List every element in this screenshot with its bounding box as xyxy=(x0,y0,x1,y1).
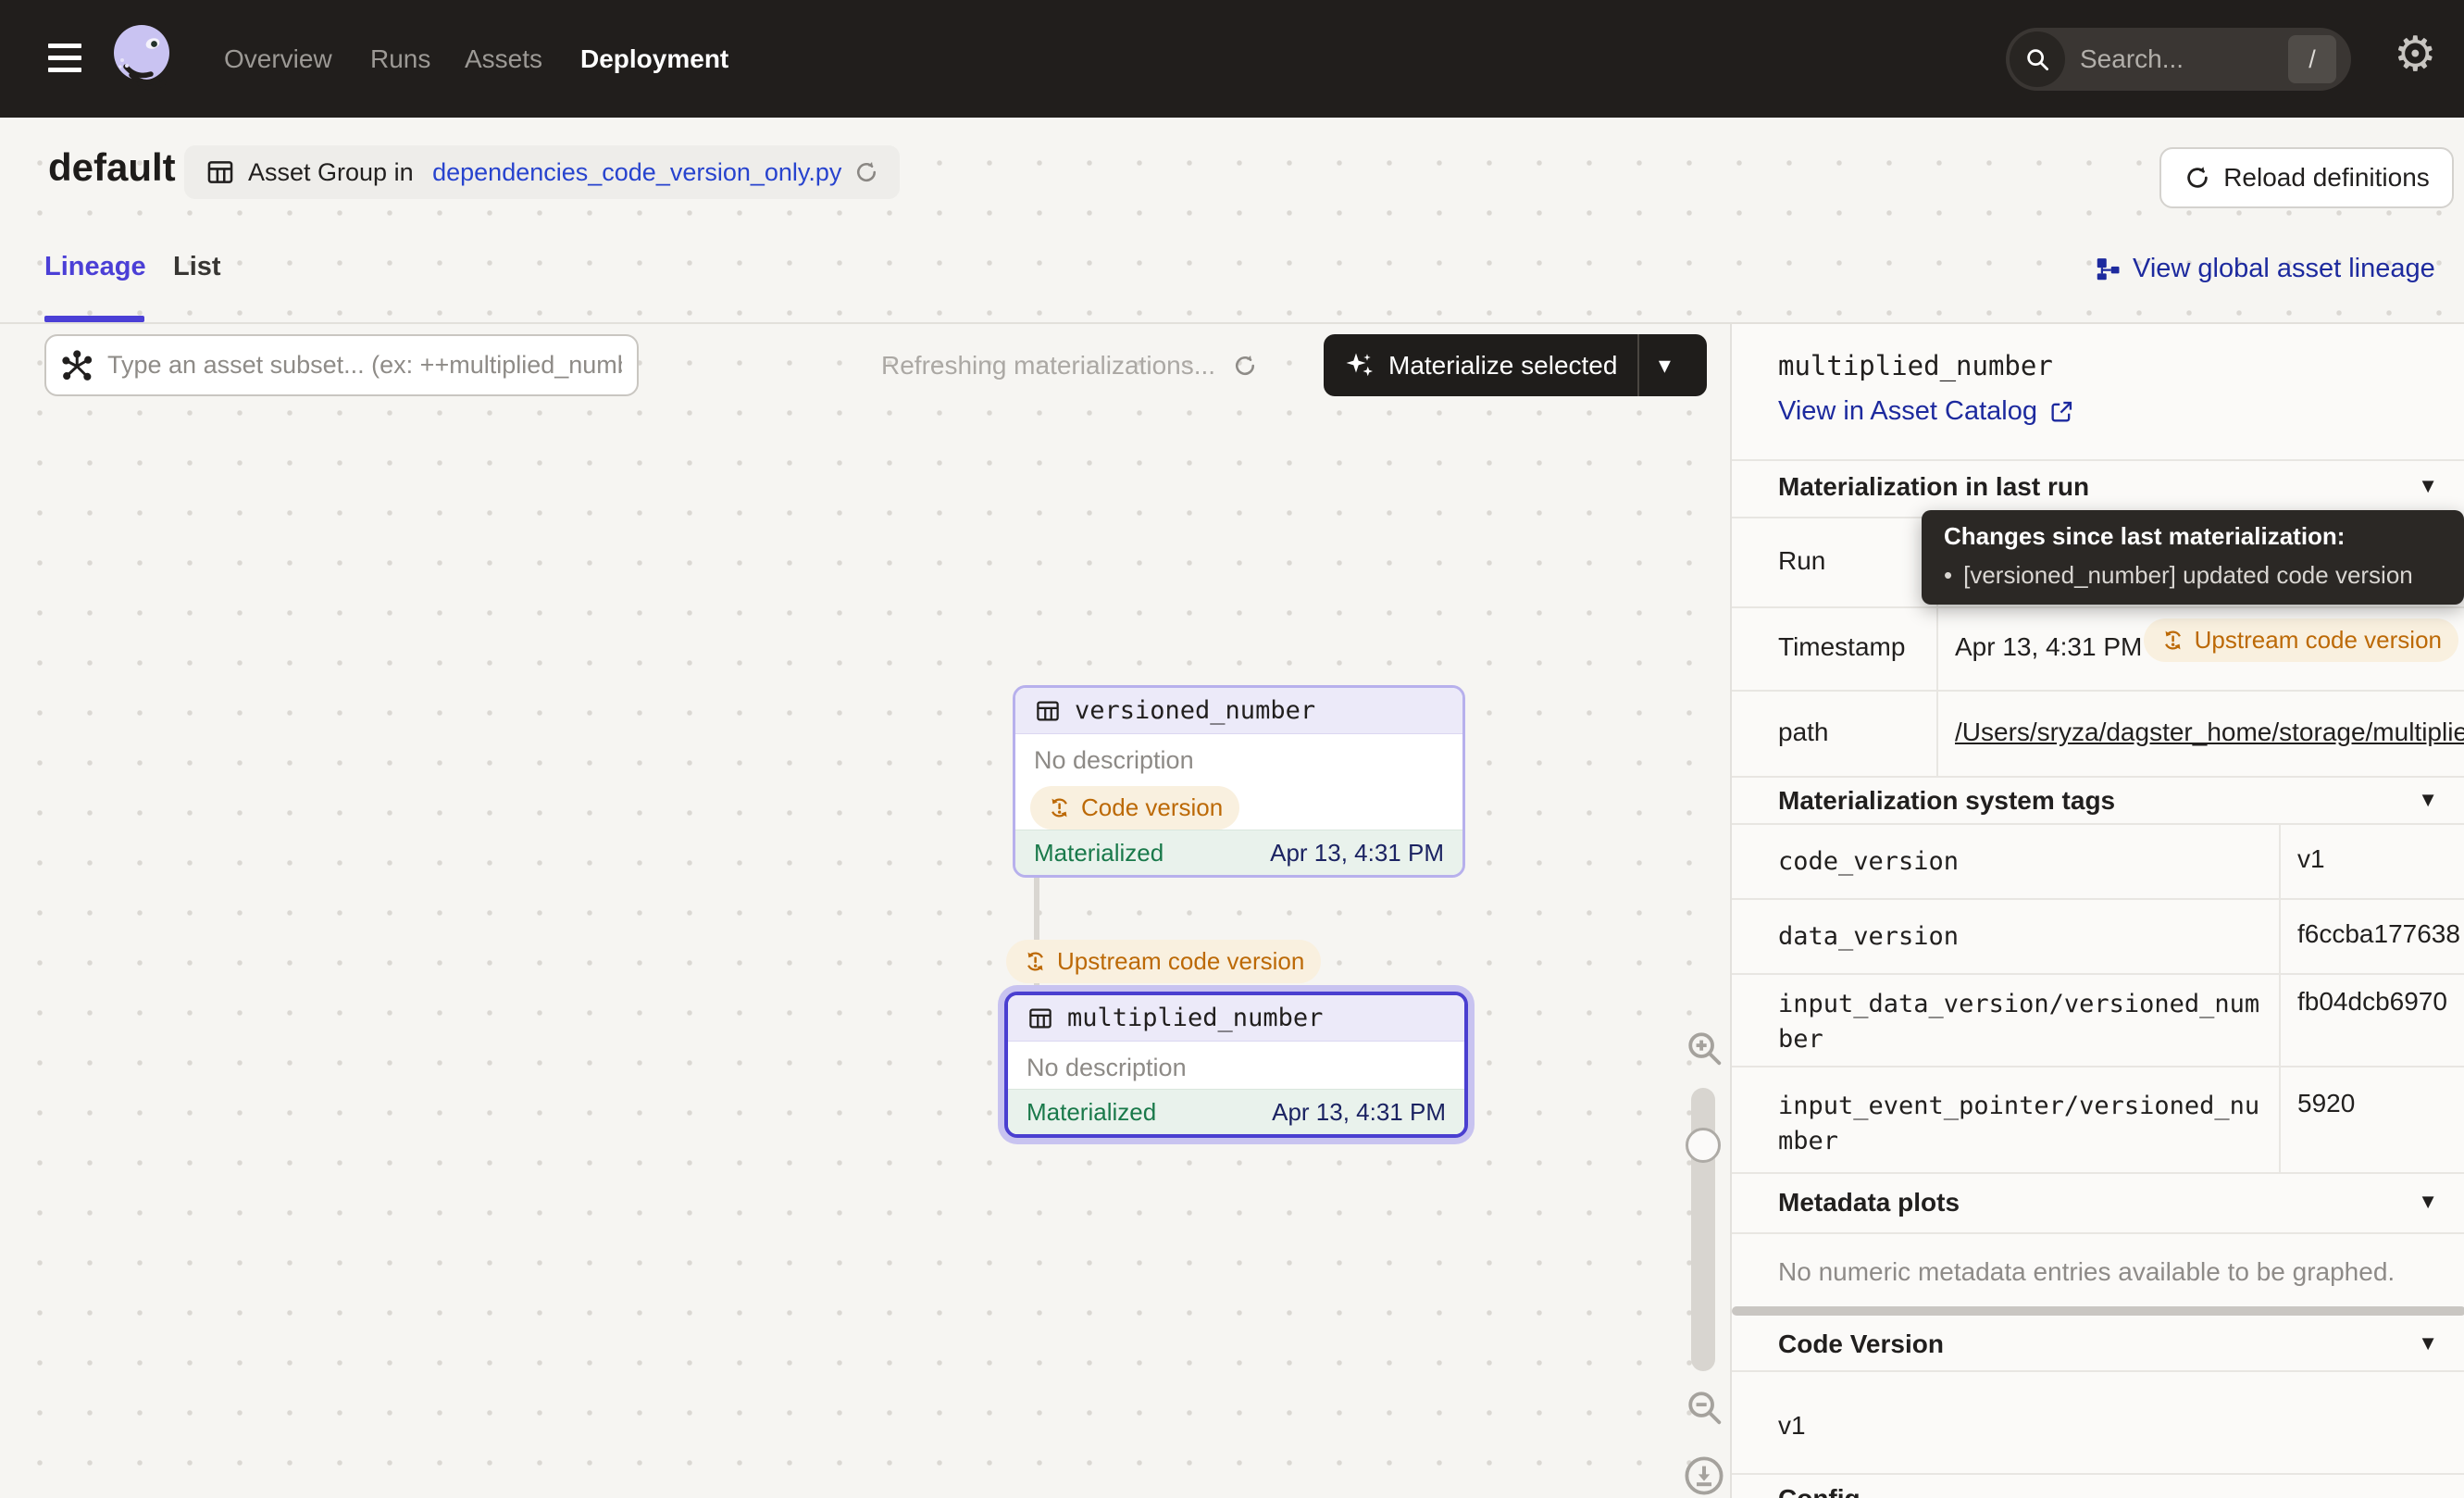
settings-gear-icon[interactable]: ⚙ xyxy=(2394,31,2437,79)
row-label-run: Run xyxy=(1778,546,1825,576)
materialize-selected-button[interactable]: Materialize selected ▾ xyxy=(1324,334,1707,396)
materialize-dropdown-caret[interactable]: ▾ xyxy=(1639,351,1689,380)
refresh-icon[interactable] xyxy=(1232,353,1258,379)
code-version-changed-icon xyxy=(1047,795,1072,820)
refreshing-status: Refreshing materializations... xyxy=(881,351,1258,381)
asset-group-file-link[interactable]: dependencies_code_version_only.py xyxy=(432,158,841,187)
tag-key: data_version xyxy=(1778,919,2263,955)
nav-item-runs[interactable]: Runs xyxy=(370,0,430,118)
nav-item-overview[interactable]: Overview xyxy=(224,0,332,118)
table-icon xyxy=(1027,1005,1054,1032)
hamburger-menu-icon[interactable] xyxy=(48,44,81,73)
tab-list[interactable]: List xyxy=(173,252,221,282)
asset-name: versioned_number xyxy=(1075,696,1315,725)
lineage-graph-icon xyxy=(2094,256,2122,283)
asset-description: No description xyxy=(1015,734,1462,775)
asset-node-multiplied-number[interactable]: multiplied_number No description Materia… xyxy=(1004,992,1468,1138)
section-metadata-plots: Metadata plots xyxy=(1778,1188,1960,1217)
upstream-code-version-badge[interactable]: Upstream code version xyxy=(2144,618,2458,662)
search-shortcut-key: / xyxy=(2288,35,2336,83)
asset-group-grid-icon xyxy=(205,156,236,188)
tag-value: v1 xyxy=(2297,844,2464,874)
collapse-caret-icon[interactable]: ▼ xyxy=(2418,1190,2438,1214)
materialized-status: Materialized xyxy=(1027,1098,1156,1127)
upstream-code-version-badge[interactable]: Upstream code version xyxy=(1006,940,1321,983)
asset-detail-panel: multiplied_number View in Asset Catalog … xyxy=(1730,324,2464,1498)
tag-value: fb04dcb6970 xyxy=(2297,987,2464,1017)
asset-subset-icon xyxy=(61,349,94,382)
search-icon xyxy=(2010,31,2065,87)
zoom-slider-handle[interactable] xyxy=(1686,1128,1721,1163)
panel-asset-title: multiplied_number xyxy=(1778,350,2053,381)
asset-subset-input[interactable] xyxy=(44,334,639,396)
code-version-value: v1 xyxy=(1778,1411,1806,1441)
collapse-caret-icon[interactable]: ▼ xyxy=(2418,474,2438,498)
tag-key: code_version xyxy=(1778,844,2263,880)
collapse-caret-icon[interactable]: ▼ xyxy=(2418,1331,2438,1355)
asset-description: No description xyxy=(1008,1042,1464,1082)
tooltip-title: Changes since last materialization: xyxy=(1944,522,2345,551)
reload-icon xyxy=(2184,164,2211,192)
panel-scrollbar-thumb[interactable] xyxy=(1732,1306,2464,1316)
page-title: default xyxy=(48,145,176,190)
tab-lineage[interactable]: Lineage xyxy=(44,252,146,282)
tooltip-item: • [versioned_number] updated code versio… xyxy=(1944,561,2413,590)
tag-key: input_event_pointer/versioned_number xyxy=(1778,1089,2263,1159)
materialized-timestamp: Apr 13, 4:31 PM xyxy=(1272,1098,1446,1127)
refresh-icon[interactable] xyxy=(853,159,879,185)
collapse-caret-icon[interactable]: ▼ xyxy=(2418,788,2438,812)
view-in-asset-catalog-link[interactable]: View in Asset Catalog xyxy=(1778,396,2074,427)
tag-key: input_data_version/versioned_number xyxy=(1778,987,2263,1057)
asset-name: multiplied_number xyxy=(1067,1004,1323,1032)
external-link-icon xyxy=(2048,399,2074,425)
row-label-path: path xyxy=(1778,718,1829,747)
asset-node-versioned-number[interactable]: versioned_number No description Code ver… xyxy=(1013,685,1465,878)
changes-tooltip: Changes since last materialization: • [v… xyxy=(1922,510,2464,605)
row-label-timestamp: Timestamp xyxy=(1778,632,1905,662)
path-link[interactable]: /Users/sryza/dagster_home/storage/multip… xyxy=(1955,718,2464,747)
global-search[interactable]: / xyxy=(2006,28,2351,91)
asset-group-label: Asset Group in xyxy=(248,158,420,187)
section-config: Config xyxy=(1778,1484,1860,1498)
section-system-tags: Materialization system tags xyxy=(1778,786,2115,816)
view-global-asset-lineage-link[interactable]: View global asset lineage xyxy=(2094,254,2435,284)
section-materialization-last-run: Materialization in last run xyxy=(1778,472,2089,502)
code-version-badge[interactable]: Code version xyxy=(1030,786,1239,830)
timestamp-value: Apr 13, 4:31 PM xyxy=(1955,632,2142,662)
code-version-changed-icon xyxy=(1023,949,1048,974)
reload-definitions-button[interactable]: Reload definitions xyxy=(2159,147,2454,208)
dagster-logo-icon[interactable] xyxy=(107,22,180,96)
sparkle-icon xyxy=(1342,349,1375,382)
active-tab-underline xyxy=(44,316,144,322)
section-code-version: Code Version xyxy=(1778,1329,1944,1359)
materialized-status: Materialized xyxy=(1034,839,1164,868)
search-input[interactable] xyxy=(2078,44,2254,75)
nav-item-deployment[interactable]: Deployment xyxy=(580,0,728,118)
code-version-changed-icon xyxy=(2160,628,2185,653)
materialized-timestamp: Apr 13, 4:31 PM xyxy=(1270,839,1444,868)
tag-value: f6ccba177638 xyxy=(2297,919,2464,949)
download-graph-icon[interactable] xyxy=(1682,1454,1726,1498)
tag-value: 5920 xyxy=(2297,1089,2464,1118)
metadata-empty-message: No numeric metadata entries available to… xyxy=(1778,1257,2395,1287)
table-icon xyxy=(1034,697,1062,725)
zoom-in-icon[interactable] xyxy=(1683,1027,1725,1069)
nav-item-assets[interactable]: Assets xyxy=(465,0,542,118)
top-nav: Overview Runs Assets Deployment / ⚙ xyxy=(0,0,2464,118)
asset-group-badge: Asset Group in dependencies_code_version… xyxy=(184,145,900,199)
zoom-out-icon[interactable] xyxy=(1683,1386,1725,1429)
